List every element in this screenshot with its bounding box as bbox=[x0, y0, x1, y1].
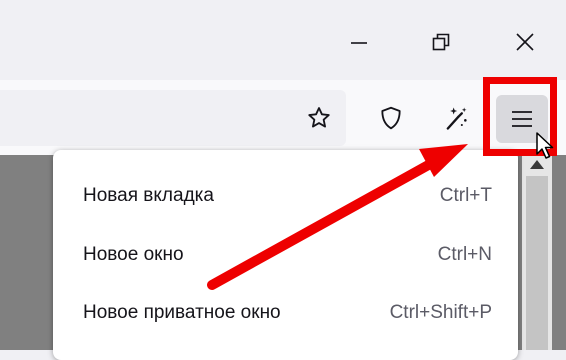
mouse-pointer-icon bbox=[536, 132, 554, 159]
annotation-arrow-icon bbox=[207, 144, 468, 290]
